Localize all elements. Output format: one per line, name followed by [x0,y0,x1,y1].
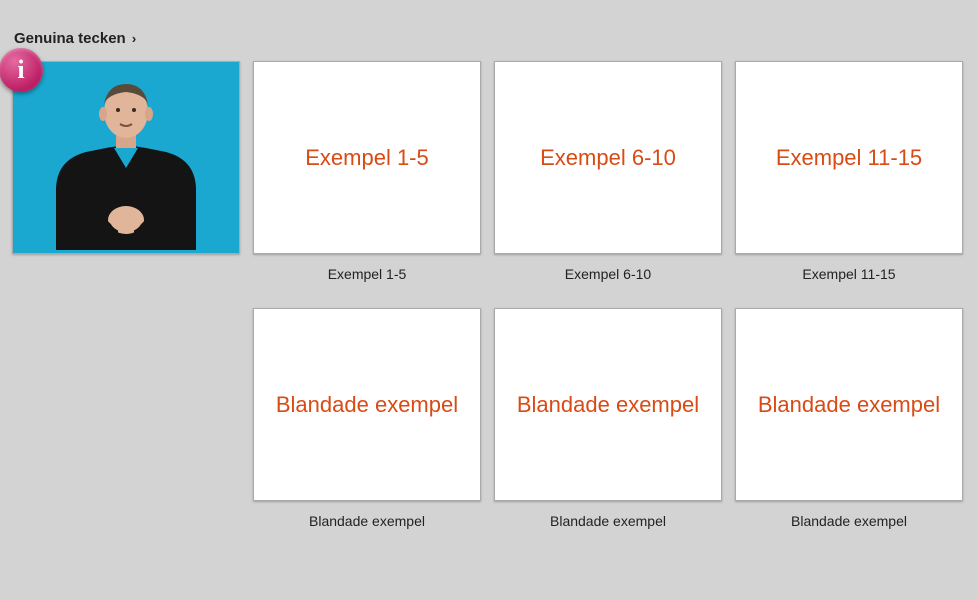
person-illustration [36,70,216,250]
tile-caption: Blandade exempel [550,513,666,529]
tile-caption: Blandade exempel [309,513,425,529]
tile-blandade-2[interactable]: Blandade exempel [494,308,722,501]
tile-exempel-1-5[interactable]: Exempel 1-5 [253,61,481,254]
tile-exempel-11-15[interactable]: Exempel 11-15 [735,61,963,254]
tile-title: Blandade exempel [511,392,705,418]
tile-caption: Exempel 11-15 [802,266,895,282]
info-icon-glyph: i [17,55,24,85]
breadcrumb[interactable]: Genuina tecken › [14,30,965,47]
tile-title: Exempel 6-10 [534,145,682,171]
tile-caption: Blandade exempel [791,513,907,529]
tile-blandade-1[interactable]: Blandade exempel [253,308,481,501]
intro-video-tile[interactable]: i [12,61,240,254]
tile-blandade-3[interactable]: Blandade exempel [735,308,963,501]
tile-caption: Exempel 1-5 [328,266,407,282]
tile-caption: Exempel 6-10 [565,266,651,282]
tile-title: Blandade exempel [752,392,946,418]
tile-title: Exempel 1-5 [299,145,435,171]
tile-exempel-6-10[interactable]: Exempel 6-10 [494,61,722,254]
tile-title: Blandade exempel [270,392,464,418]
tile-title: Exempel 11-15 [770,145,928,171]
video-thumbnail [16,65,236,250]
chevron-right-icon: › [132,31,136,46]
info-icon[interactable]: i [0,48,43,92]
breadcrumb-label: Genuina tecken [14,30,126,47]
tile-grid: i [12,61,965,529]
